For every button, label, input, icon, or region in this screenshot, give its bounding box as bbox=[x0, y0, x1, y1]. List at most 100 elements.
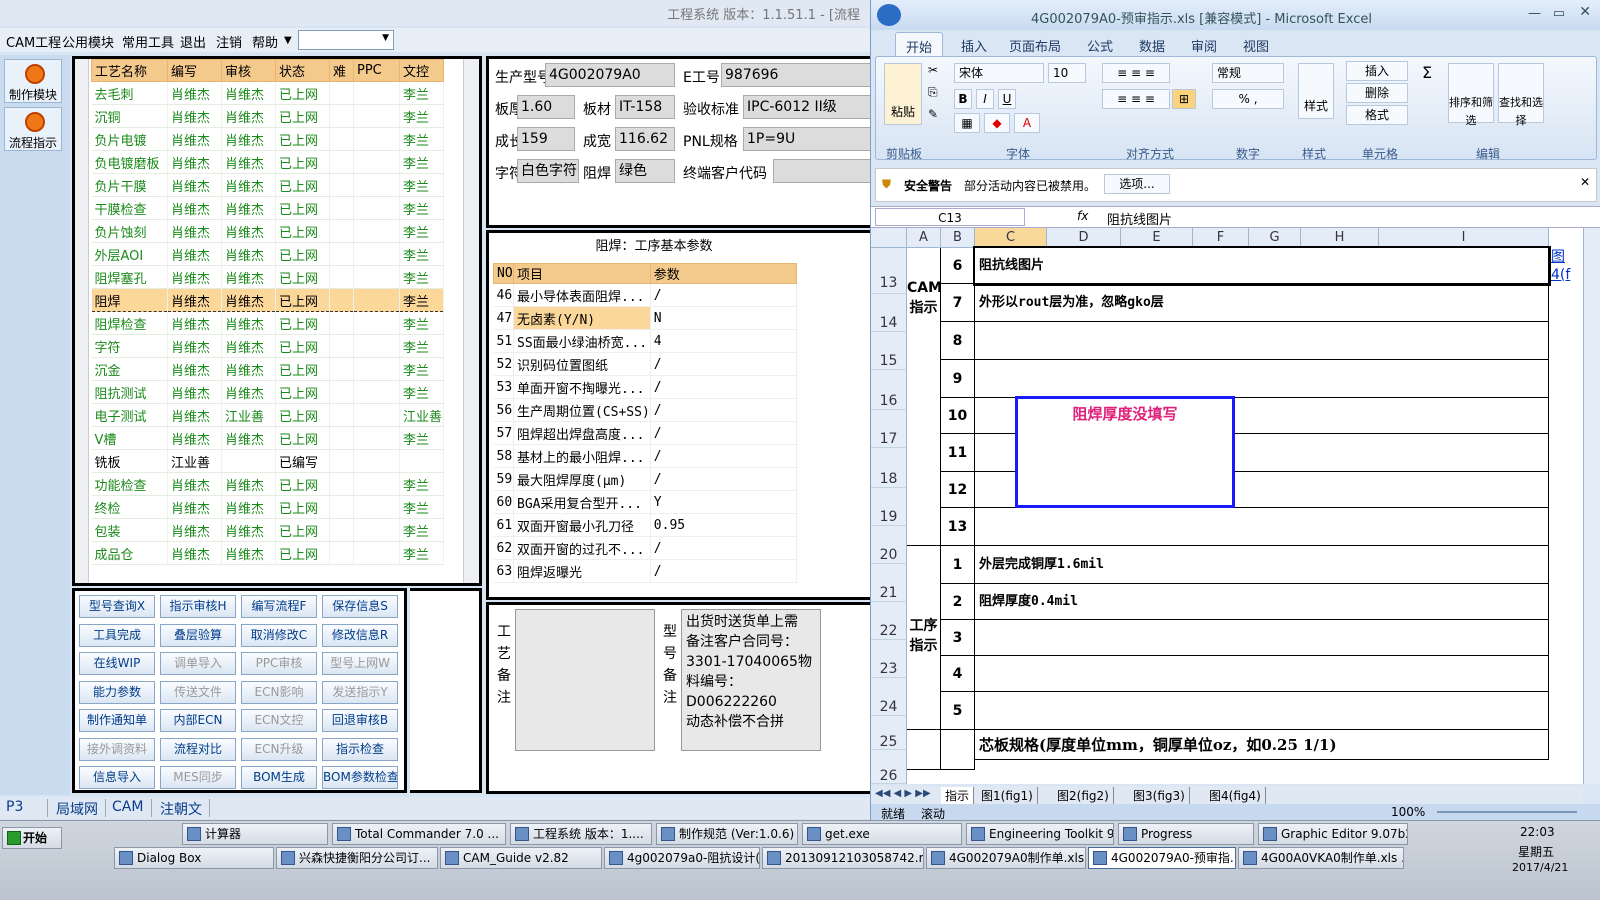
model-field[interactable]: 4G002079A0 bbox=[545, 63, 675, 87]
restore-icon[interactable]: ▭ bbox=[1553, 6, 1565, 21]
taskbar-item[interactable]: Engineering Toolkit 9.... bbox=[966, 823, 1114, 845]
font-name-select[interactable]: 宋体 bbox=[954, 63, 1044, 83]
menu-logout[interactable]: 注销 bbox=[216, 32, 242, 51]
column-header[interactable]: H bbox=[1301, 228, 1379, 248]
number-format-select[interactable]: 常规 bbox=[1212, 63, 1284, 83]
sort-filter-button[interactable]: 排序和筛选 bbox=[1448, 63, 1494, 127]
callout-textbox[interactable]: 阻焊厚度没填写 bbox=[1015, 396, 1235, 508]
taskbar-item[interactable]: 20130912103058742.rtf... bbox=[762, 847, 924, 869]
action-button[interactable]: 信息导入 bbox=[79, 766, 155, 789]
blank-cell[interactable] bbox=[907, 730, 941, 770]
tab-p3[interactable]: P3 bbox=[6, 799, 48, 817]
table-row[interactable]: 阻焊塞孔 肖维杰 肖维杰 已上网 李兰 bbox=[91, 265, 444, 289]
action-button[interactable]: BOM参数检查 bbox=[322, 766, 398, 789]
action-button[interactable]: 工具完成 bbox=[79, 623, 155, 647]
taskbar-item[interactable]: 4G002079A0制作单.xls ... bbox=[926, 847, 1086, 869]
action-button[interactable]: 调单导入 bbox=[160, 652, 236, 675]
font-size-select[interactable]: 10 bbox=[1048, 63, 1086, 83]
table-row[interactable]: 47 无卤素(Y/N) N bbox=[493, 306, 797, 330]
italic-icon[interactable]: I bbox=[976, 89, 994, 109]
thick-field[interactable]: 1.60 bbox=[517, 95, 575, 119]
sum-icon[interactable]: Σ bbox=[1422, 63, 1432, 82]
action-button[interactable]: 发送指示Y bbox=[322, 680, 398, 704]
action-button[interactable]: 指示审核H bbox=[160, 595, 236, 618]
sheet-tab[interactable]: 图1(fig1) bbox=[977, 787, 1038, 804]
table-row[interactable]: 沉铜 肖维杰 肖维杰 已上网 李兰 bbox=[91, 104, 444, 128]
table-row[interactable]: 铣板 江业善 已编写 bbox=[91, 449, 444, 473]
sheet-nav-icons[interactable]: ◀◀ ◀ ▶ ▶▶ bbox=[875, 788, 931, 799]
cam-line-cell[interactable]: 阻抗线图片 bbox=[973, 246, 1551, 286]
row-header[interactable]: 23 bbox=[871, 640, 907, 678]
action-button[interactable]: 制作通知单 bbox=[79, 709, 155, 732]
tab-review[interactable]: 审阅 bbox=[1191, 36, 1217, 55]
row-header[interactable]: 24 bbox=[871, 678, 907, 716]
wid-field[interactable]: 116.62 bbox=[615, 127, 675, 151]
pnl-field[interactable]: 1P=9U bbox=[743, 127, 871, 151]
taskbar-item[interactable]: Progress bbox=[1118, 823, 1254, 845]
proc-note-box[interactable] bbox=[515, 609, 655, 751]
merge-center-icon[interactable]: ⊞ bbox=[1172, 89, 1196, 109]
taskbar-item[interactable]: 4g002079a0-阻抗设计(... bbox=[604, 847, 760, 869]
tab-view[interactable]: 视图 bbox=[1243, 36, 1269, 55]
column-header[interactable]: I bbox=[1379, 228, 1549, 248]
security-options-button[interactable]: 选项... bbox=[1104, 174, 1170, 194]
proc-line-cell[interactable] bbox=[975, 692, 1549, 730]
item-number[interactable]: 8 bbox=[941, 322, 975, 360]
mask-field[interactable]: 绿色 bbox=[615, 159, 675, 183]
sheet-tab[interactable]: 图4(fig4) bbox=[1205, 787, 1266, 804]
underline-icon[interactable]: U bbox=[998, 89, 1016, 109]
table-row[interactable]: 57 阻焊超出焊盘高度... / bbox=[493, 421, 797, 445]
proc-line-cell[interactable]: 阻焊厚度0.4mil bbox=[975, 584, 1549, 620]
table-row[interactable]: 负电镀磨板 肖维杰 肖维杰 已上网 李兰 bbox=[91, 150, 444, 174]
cam-line-cell[interactable]: 外形以rout层为准，忽略gko层 bbox=[975, 284, 1549, 322]
action-button[interactable]: 流程对比 bbox=[160, 737, 236, 761]
model-note-box[interactable]: 出货时送货单上需 备注客户合同号： 3301-17040065物 料编号： D00622… bbox=[681, 609, 821, 751]
paste-button[interactable]: 粘贴 bbox=[884, 63, 922, 125]
action-button[interactable]: BOM生成 bbox=[241, 766, 317, 789]
action-button[interactable]: 传送文件 bbox=[160, 680, 236, 704]
table-row[interactable]: 61 双面开窗最小孔刀径 0.95 bbox=[493, 513, 797, 537]
action-button[interactable]: PPC审核 bbox=[241, 652, 317, 675]
rail-make-module[interactable]: 制作模块 bbox=[4, 59, 62, 103]
item-number[interactable]: 11 bbox=[941, 434, 975, 472]
proc-line-cell[interactable] bbox=[975, 620, 1549, 656]
action-button[interactable]: 保存信息S bbox=[322, 595, 398, 618]
column-header[interactable]: B bbox=[941, 228, 975, 248]
table-row[interactable]: 62 双面开窗的过孔不... / bbox=[493, 536, 797, 560]
action-button[interactable]: 能力参数 bbox=[79, 680, 155, 704]
taskbar-item[interactable]: 4G002079A0-预审指... bbox=[1088, 847, 1236, 869]
proc-line-cell[interactable] bbox=[975, 656, 1549, 692]
taskbar-item[interactable]: 4G00A0VKA0制作单.xls ... bbox=[1238, 847, 1404, 869]
column-header[interactable]: G bbox=[1249, 228, 1301, 248]
office-button-icon[interactable] bbox=[877, 4, 901, 26]
select-all-corner[interactable] bbox=[871, 228, 907, 248]
grid-col-header[interactable]: 难 bbox=[329, 59, 354, 82]
cust-field[interactable] bbox=[773, 159, 871, 183]
align-top-icons[interactable]: ≡ ≡ ≡ bbox=[1102, 63, 1170, 83]
insert-cells-button[interactable]: 插入 bbox=[1346, 61, 1408, 81]
row-header[interactable]: 14 bbox=[871, 294, 907, 332]
taskbar-item[interactable]: 兴森快捷衡阳分公司订... bbox=[276, 847, 438, 869]
row-header[interactable]: 13 bbox=[871, 248, 907, 294]
fill-color-icon[interactable]: ◆ bbox=[984, 113, 1010, 133]
tab-zhuchaowen[interactable]: 注朝文 bbox=[160, 799, 210, 818]
len-field[interactable]: 159 bbox=[517, 127, 575, 151]
item-number[interactable]: 4 bbox=[941, 656, 975, 692]
table-row[interactable]: 52 识别码位置图纸 / bbox=[493, 352, 797, 376]
zoom-slider[interactable] bbox=[1437, 811, 1577, 813]
row-header[interactable]: 26 bbox=[871, 750, 907, 784]
taskbar-item[interactable]: CAM_Guide v2.82 bbox=[440, 847, 602, 869]
blank-cell[interactable] bbox=[941, 730, 975, 770]
std-field[interactable]: IPC-6012 II级 bbox=[743, 95, 871, 119]
table-row[interactable]: 去毛刺 肖维杰 肖维杰 已上网 李兰 bbox=[91, 81, 444, 105]
row-header[interactable]: 20 bbox=[871, 526, 907, 564]
cam-line-cell[interactable] bbox=[975, 322, 1549, 360]
table-row[interactable]: 包装 肖维杰 肖维杰 已上网 李兰 bbox=[91, 518, 444, 542]
taskbar-item[interactable]: get.exe bbox=[802, 823, 962, 845]
action-button[interactable]: ECN文控 bbox=[241, 709, 317, 732]
action-button[interactable]: 回退审核B bbox=[322, 709, 398, 732]
table-row[interactable]: 60 BGA采用复合型开... Y bbox=[493, 490, 797, 514]
table-row[interactable]: 阻抗测试 肖维杰 肖维杰 已上网 李兰 bbox=[91, 380, 444, 404]
row-header[interactable]: 25 bbox=[871, 716, 907, 750]
grid-col-header[interactable]: 状态 bbox=[275, 59, 330, 82]
